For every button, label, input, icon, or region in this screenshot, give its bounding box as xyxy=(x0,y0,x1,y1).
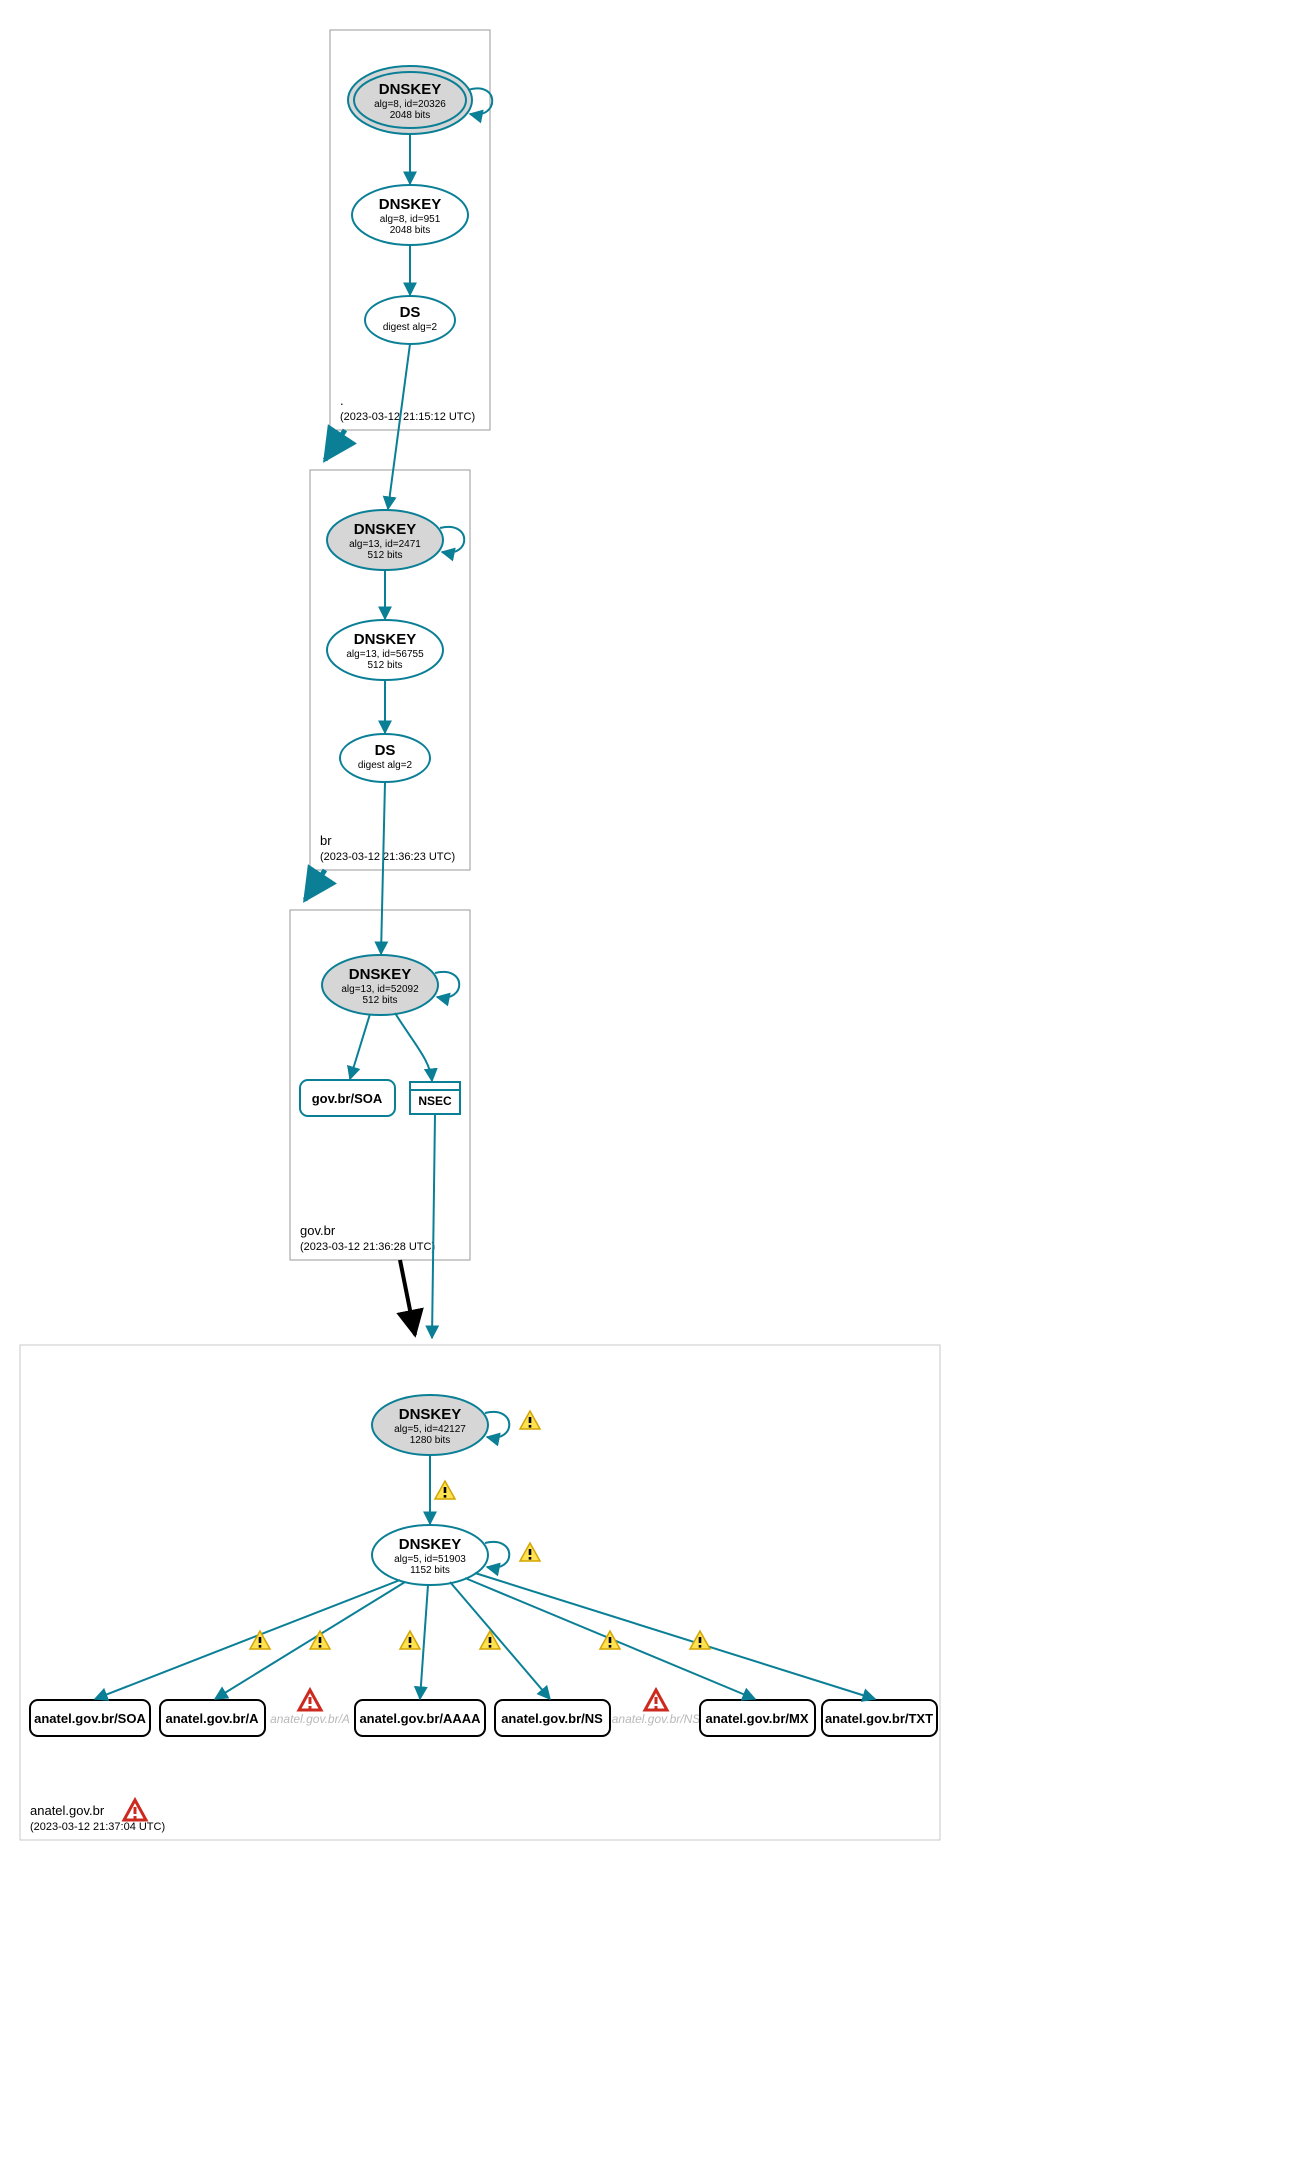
edge-root-ds-br-ksk xyxy=(388,344,410,509)
svg-text:DNSKEY: DNSKEY xyxy=(399,1536,462,1553)
zone-label-anatel: anatel.gov.br xyxy=(30,1803,105,1818)
svg-text:anatel.gov.br/AAAA: anatel.gov.br/AAAA xyxy=(359,1711,481,1726)
warning-icon xyxy=(520,1543,540,1561)
dnssec-graph: . (2023-03-12 21:15:12 UTC) DNSKEY alg=8… xyxy=(0,0,1300,2183)
record-anatel-txt[interactable]: anatel.gov.br/TXT xyxy=(822,1700,937,1736)
svg-text:512 bits: 512 bits xyxy=(362,995,397,1006)
svg-text:DNSKEY: DNSKEY xyxy=(399,1406,462,1423)
svg-text:DNSKEY: DNSKEY xyxy=(354,631,417,648)
node-br-zsk[interactable]: DNSKEY alg=13, id=56755 512 bits xyxy=(327,620,443,680)
svg-text:alg=5, id=42127: alg=5, id=42127 xyxy=(394,1424,466,1435)
svg-text:NSEC: NSEC xyxy=(418,1094,452,1108)
edge-govbr-nsec-anatel xyxy=(432,1114,435,1338)
svg-text:digest alg=2: digest alg=2 xyxy=(383,322,438,333)
warning-icon xyxy=(480,1631,500,1649)
svg-text:anatel.gov.br/MX: anatel.gov.br/MX xyxy=(705,1711,808,1726)
warning-icon xyxy=(600,1631,620,1649)
svg-text:DNSKEY: DNSKEY xyxy=(354,521,417,538)
record-ghost-a: anatel.gov.br/A xyxy=(270,1712,350,1726)
record-anatel-a[interactable]: anatel.gov.br/A xyxy=(160,1700,265,1736)
svg-text:DNSKEY: DNSKEY xyxy=(349,966,412,983)
node-govbr-ksk[interactable]: DNSKEY alg=13, id=52092 512 bits xyxy=(322,955,438,1015)
svg-text:anatel.gov.br/NS: anatel.gov.br/NS xyxy=(501,1711,603,1726)
edge-govbr-ksk-nsec xyxy=(395,1013,432,1081)
record-anatel-aaaa[interactable]: anatel.gov.br/AAAA xyxy=(355,1700,485,1736)
record-ghost-ns: anatel.gov.br/NS xyxy=(612,1712,701,1726)
zone-ts-br: (2023-03-12 21:36:23 UTC) xyxy=(320,851,455,863)
zone-label-root: . xyxy=(340,393,344,408)
zone-label-br: br xyxy=(320,833,332,848)
svg-text:gov.br/SOA: gov.br/SOA xyxy=(312,1091,383,1106)
node-root-ds[interactable]: DS digest alg=2 xyxy=(365,296,455,344)
edge-zsk-ns xyxy=(450,1582,550,1699)
svg-text:digest alg=2: digest alg=2 xyxy=(358,760,413,771)
zone-ts-govbr: (2023-03-12 21:36:28 UTC) xyxy=(300,1241,435,1253)
svg-text:1280 bits: 1280 bits xyxy=(410,1435,451,1446)
deleg-arrow-govbr-anatel-black xyxy=(400,1260,415,1335)
record-anatel-ns[interactable]: anatel.gov.br/NS xyxy=(495,1700,610,1736)
svg-text:512 bits: 512 bits xyxy=(367,660,402,671)
zone-ts-anatel: (2023-03-12 21:37:04 UTC) xyxy=(30,1821,165,1833)
svg-text:anatel.gov.br/TXT: anatel.gov.br/TXT xyxy=(825,1711,933,1726)
node-govbr-soa[interactable]: gov.br/SOA xyxy=(300,1080,395,1116)
warning-icon xyxy=(250,1631,270,1649)
warning-icon xyxy=(690,1631,710,1649)
svg-text:alg=13, id=52092: alg=13, id=52092 xyxy=(341,984,419,995)
node-br-ds[interactable]: DS digest alg=2 xyxy=(340,734,430,782)
svg-text:DNSKEY: DNSKEY xyxy=(379,81,442,98)
svg-text:alg=8, id=951: alg=8, id=951 xyxy=(380,214,441,225)
svg-text:512 bits: 512 bits xyxy=(367,550,402,561)
warning-icon xyxy=(520,1411,540,1429)
warning-icon xyxy=(400,1631,420,1649)
error-icon xyxy=(645,1690,667,1710)
edge-br-ds-govbr-ksk xyxy=(381,782,385,954)
deleg-arrow-root-br xyxy=(325,430,345,460)
svg-text:alg=13, id=2471: alg=13, id=2471 xyxy=(349,539,421,550)
warning-icon xyxy=(435,1481,455,1499)
svg-text:2048 bits: 2048 bits xyxy=(390,225,431,236)
svg-text:DNSKEY: DNSKEY xyxy=(379,196,442,213)
node-root-zsk[interactable]: DNSKEY alg=8, id=951 2048 bits xyxy=(352,185,468,245)
svg-text:alg=13, id=56755: alg=13, id=56755 xyxy=(346,649,424,660)
svg-text:2048 bits: 2048 bits xyxy=(390,110,431,121)
error-icon xyxy=(299,1690,321,1710)
svg-text:DS: DS xyxy=(375,742,396,759)
record-anatel-mx[interactable]: anatel.gov.br/MX xyxy=(700,1700,815,1736)
svg-text:alg=8, id=20326: alg=8, id=20326 xyxy=(374,99,446,110)
deleg-arrow-br-govbr xyxy=(305,870,325,900)
node-br-ksk[interactable]: DNSKEY alg=13, id=2471 512 bits xyxy=(327,510,443,570)
zone-label-govbr: gov.br xyxy=(300,1223,336,1238)
edge-zsk-aaaa xyxy=(420,1585,428,1699)
svg-text:alg=5, id=51903: alg=5, id=51903 xyxy=(394,1554,466,1565)
edge-govbr-ksk-soa xyxy=(350,1014,370,1079)
error-icon xyxy=(124,1800,146,1820)
svg-text:anatel.gov.br/A: anatel.gov.br/A xyxy=(166,1711,260,1726)
svg-text:DS: DS xyxy=(400,304,421,321)
node-root-ksk[interactable]: DNSKEY alg=8, id=20326 2048 bits xyxy=(348,66,472,134)
warning-icon xyxy=(310,1631,330,1649)
edge-zsk-soa xyxy=(95,1580,400,1699)
node-anatel-zsk[interactable]: DNSKEY alg=5, id=51903 1152 bits xyxy=(372,1525,488,1585)
node-govbr-nsec[interactable]: NSEC xyxy=(410,1082,460,1114)
svg-text:anatel.gov.br/SOA: anatel.gov.br/SOA xyxy=(34,1711,146,1726)
zone-ts-root: (2023-03-12 21:15:12 UTC) xyxy=(340,411,475,423)
node-anatel-ksk[interactable]: DNSKEY alg=5, id=42127 1280 bits xyxy=(372,1395,488,1455)
svg-text:1152 bits: 1152 bits xyxy=(410,1565,450,1576)
record-anatel-soa[interactable]: anatel.gov.br/SOA xyxy=(30,1700,150,1736)
